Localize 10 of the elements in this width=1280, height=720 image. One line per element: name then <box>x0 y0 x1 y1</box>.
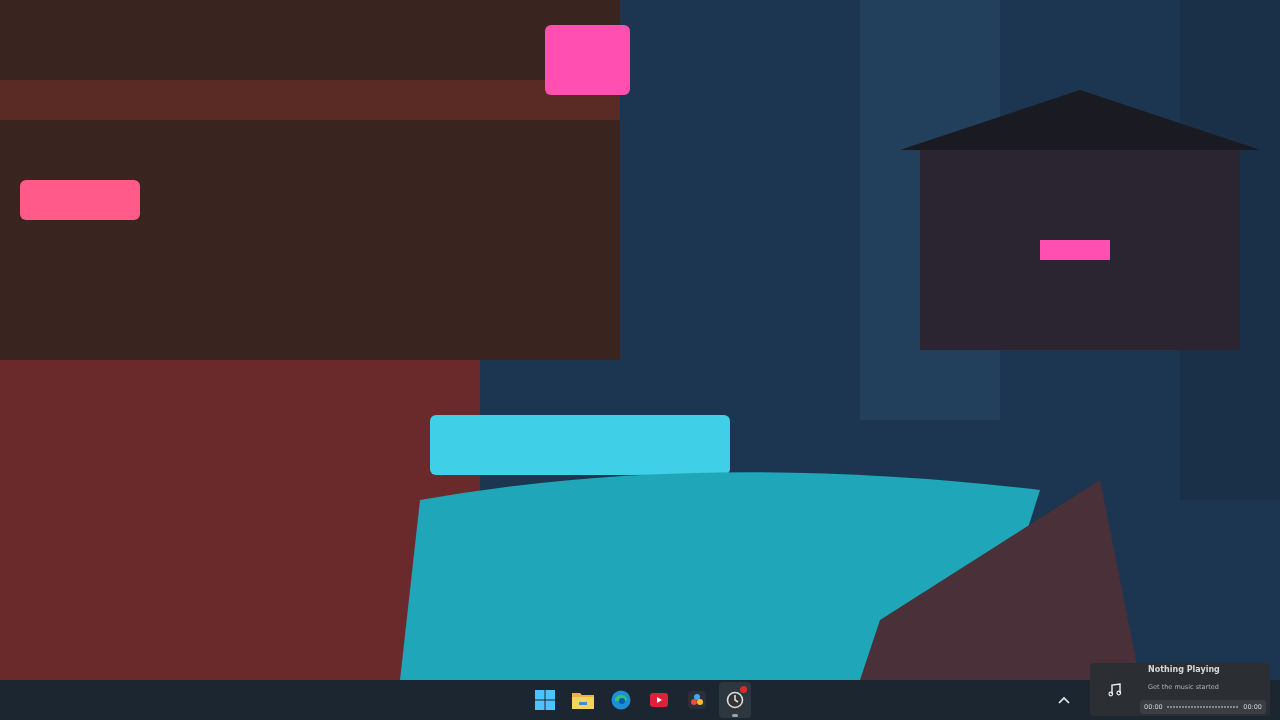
active-indicator <box>732 714 738 717</box>
windows-icon <box>535 690 555 710</box>
taskbar-app[interactable] <box>719 682 751 718</box>
music-note-icon <box>1108 682 1122 697</box>
browser-icon <box>611 690 631 710</box>
track-title: Nothing Playing <box>1147 665 1221 674</box>
color-wheel-icon <box>688 691 706 709</box>
play-icon <box>650 693 668 707</box>
clock-icon <box>726 691 744 709</box>
folder-icon <box>572 691 594 709</box>
